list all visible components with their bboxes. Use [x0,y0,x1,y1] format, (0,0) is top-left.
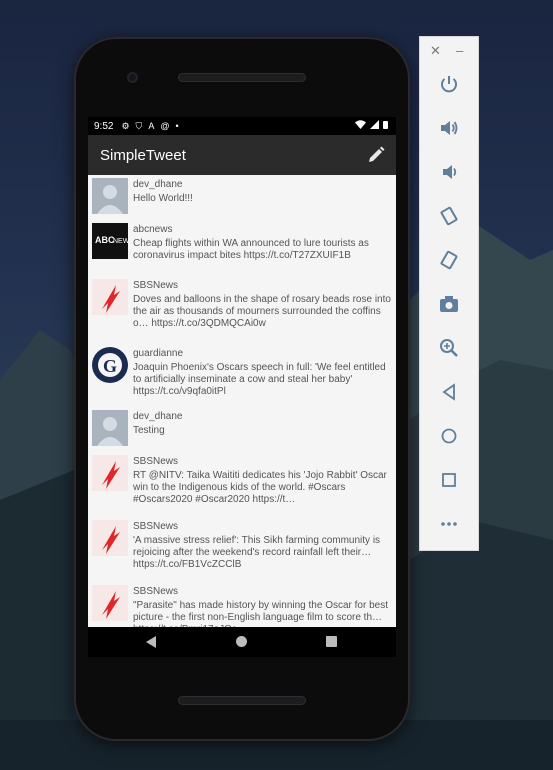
tweet-item[interactable]: dev_dhane Hello World!!! [88,175,396,220]
tweet-item[interactable]: SBSNews 'A massive stress relief': This … [88,517,396,582]
home-icon[interactable] [435,422,463,450]
tweet-text: RT @NITV: Taika Waititi dedicates his 'J… [133,470,387,505]
nav-back-icon[interactable] [146,636,156,648]
tweet-handle: dev_dhane [133,411,183,422]
emulator-window-controls: ✕ – [420,43,478,59]
sbs-logo-icon [92,585,128,621]
app-bar: SimpleTweet [88,135,396,175]
rotate-right-icon[interactable] [435,246,463,274]
dot-icon: • [175,121,179,131]
shield-icon: ⛉ [135,120,143,131]
font-icon: A [148,121,155,131]
wifi-icon [355,120,366,129]
abcnews-logo-icon: ABCNEWS [92,223,128,259]
tweet-item[interactable]: dev_dhane Testing [88,407,396,452]
tweet-text: Doves and balloons in the shape of rosar… [133,294,391,329]
tweet-item[interactable]: SBSNews Doves and balloons in the shape … [88,276,396,344]
phone-screen: 9:52 ⚙ ⛉ A @ • SimpleTweet dev_dhane Hel… [88,117,396,657]
tweet-text: Hello World!!! [133,193,193,204]
tweet-item[interactable]: ABCNEWS abcnews Cheap flights within WA … [88,220,396,276]
svg-text:G: G [103,356,117,376]
front-camera [127,72,138,83]
nav-recents-icon[interactable] [326,636,337,647]
default-avatar-icon [92,410,128,446]
tweet-text: Joaquin Phoenix's Oscars speech in full:… [133,362,386,397]
tweet-text: Cheap flights within WA announced to lur… [133,238,369,261]
tweet-handle: guardianne [133,348,184,359]
guardian-logo-icon: G [92,347,128,383]
settings-icon: ⚙ [121,120,130,131]
svg-text:ABC: ABC [95,235,115,245]
tweet-item[interactable]: SBSNews RT @NITV: Taika Waititi dedicate… [88,452,396,517]
sbs-logo-icon [92,279,128,315]
phone-frame: 9:52 ⚙ ⛉ A @ • SimpleTweet dev_dhane Hel… [74,37,410,741]
volume-up-icon[interactable] [435,114,463,142]
tweet-text: 'A massive stress relief': This Sikh far… [133,535,381,570]
zoom-icon[interactable] [435,334,463,362]
camera-icon[interactable] [435,290,463,318]
tweet-handle: SBSNews [133,280,179,291]
tweet-text: "Parasite" has made history by winning t… [133,600,388,627]
volume-down-icon[interactable] [435,158,463,186]
tweet-handle: SBSNews [133,586,179,597]
at-icon: @ [160,121,170,131]
sbs-logo-icon [92,455,128,491]
minimize-icon[interactable]: – [456,43,463,58]
tweet-handle: dev_dhane [133,179,183,190]
svg-text:NEWS: NEWS [113,238,128,245]
overview-icon[interactable] [435,466,463,494]
rotate-left-icon[interactable] [435,202,463,230]
close-icon[interactable]: ✕ [430,43,441,59]
emulator-toolbar: ✕ – [419,36,479,551]
compose-pencil-icon[interactable] [366,145,386,165]
tweet-item[interactable]: SBSNews "Parasite" has made history by w… [88,582,396,627]
nav-home-icon[interactable] [236,636,247,647]
battery-icon [383,121,388,129]
default-avatar-icon [92,178,128,214]
power-icon[interactable] [435,70,463,98]
signal-icon [370,120,379,129]
tweet-item[interactable]: G guardianne Joaquin Phoenix's Oscars sp… [88,344,396,407]
tweet-handle: SBSNews [133,456,179,467]
android-nav-bar [88,627,396,657]
back-icon[interactable] [435,378,463,406]
top-speaker [178,73,306,82]
tweet-handle: abcnews [133,224,173,235]
tweet-handle: SBSNews [133,521,179,532]
sbs-logo-icon [92,520,128,556]
status-time: 9:52 [94,120,114,132]
tweet-text: Testing [133,425,165,436]
tweet-timeline[interactable]: dev_dhane Hello World!!! ABCNEWS abcnews… [88,175,396,627]
app-title: SimpleTweet [100,146,186,164]
status-bar: 9:52 ⚙ ⛉ A @ • [88,117,396,135]
bottom-speaker [178,696,306,705]
more-options-icon[interactable] [435,510,463,538]
